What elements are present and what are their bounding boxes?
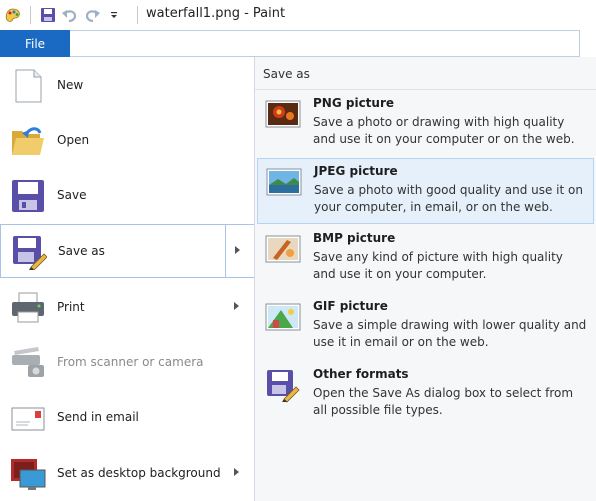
ribbon-tab-row: File <box>0 30 596 57</box>
title-separator <box>137 6 138 24</box>
save-option-gif[interactable]: GIF picture Save a simple drawing with l… <box>257 294 594 360</box>
menu-item-label: New <box>57 78 84 92</box>
option-title: Other formats <box>313 367 409 381</box>
menu-item-label: From scanner or camera <box>57 355 204 369</box>
menu-item-label: Save as <box>58 244 105 258</box>
option-description: Save a photo or drawing with high qualit… <box>313 115 575 146</box>
option-title: GIF picture <box>313 299 388 313</box>
chevron-right-icon[interactable] <box>234 302 239 310</box>
desktop-background-icon <box>10 456 46 492</box>
option-title: PNG picture <box>313 96 395 110</box>
option-title: JPEG picture <box>314 164 398 178</box>
save-option-png[interactable]: PNG picture Save a photo or drawing with… <box>257 91 594 157</box>
option-title: BMP picture <box>313 231 396 245</box>
save-icon[interactable] <box>37 4 59 26</box>
chevron-right-icon[interactable] <box>234 468 239 476</box>
save-option-jpeg[interactable]: JPEG picture Save a photo with good qual… <box>257 158 594 224</box>
scanner-icon <box>10 345 46 381</box>
bmp-picture-icon <box>265 232 301 268</box>
save-as-icon <box>11 234 48 271</box>
customize-dropdown-icon[interactable] <box>103 4 125 26</box>
ribbon-tab-strip <box>70 30 580 57</box>
save-icon <box>10 178 46 214</box>
menu-item-label: Set as desktop background <box>57 466 221 480</box>
menu-item-save-as[interactable]: Save as <box>0 224 254 278</box>
menu-item-label: Print <box>57 300 85 314</box>
file-menu: New Open Save Save as Print From scanner… <box>0 57 596 501</box>
submenu-split[interactable] <box>225 225 256 277</box>
png-picture-icon <box>265 97 301 133</box>
new-document-icon <box>10 68 46 104</box>
menu-item-new[interactable]: New <box>0 59 254 113</box>
printer-icon <box>10 290 46 326</box>
menu-item-label: Send in email <box>57 410 139 424</box>
other-formats-icon <box>265 368 301 404</box>
chevron-right-icon <box>235 246 240 254</box>
jpeg-picture-icon <box>266 165 302 201</box>
menu-item-from-scanner-or-camera: From scanner or camera <box>0 336 254 390</box>
save-option-bmp[interactable]: BMP picture Save any kind of picture wit… <box>257 226 594 292</box>
option-description: Save a simple drawing with lower quality… <box>313 318 587 349</box>
paint-app-icon[interactable] <box>2 4 24 26</box>
redo-icon[interactable] <box>81 4 103 26</box>
option-description: Open the Save As dialog box to select fr… <box>313 386 574 417</box>
open-folder-icon <box>10 123 46 159</box>
file-tab[interactable]: File <box>0 30 70 57</box>
save-as-heading: Save as <box>263 67 310 81</box>
save-option-other-formats[interactable]: Other formats Open the Save As dialog bo… <box>257 362 594 428</box>
toolbar-separator <box>30 6 31 24</box>
option-description: Save a photo with good quality and use i… <box>314 183 583 214</box>
menu-item-set-as-desktop-background[interactable]: Set as desktop background <box>0 447 254 501</box>
gif-picture-icon <box>265 300 301 336</box>
heading-divider <box>255 89 596 90</box>
save-as-submenu: Save as PNG picture Save a photo or draw… <box>255 57 596 501</box>
file-menu-commands: New Open Save Save as Print From scanner… <box>0 57 255 501</box>
undo-icon[interactable] <box>59 4 81 26</box>
option-description: Save any kind of picture with high quali… <box>313 250 563 281</box>
menu-item-print[interactable]: Print <box>0 281 254 335</box>
menu-item-save[interactable]: Save <box>0 169 254 223</box>
email-icon <box>10 400 46 436</box>
quick-access-toolbar <box>2 4 125 26</box>
menu-item-send-in-email[interactable]: Send in email <box>0 391 254 445</box>
menu-item-open[interactable]: Open <box>0 114 254 168</box>
title-bar: waterfall1.png - Paint <box>0 0 596 30</box>
window-title: waterfall1.png - Paint <box>146 6 286 21</box>
menu-item-label: Open <box>57 133 90 147</box>
menu-item-label: Save <box>57 188 87 202</box>
